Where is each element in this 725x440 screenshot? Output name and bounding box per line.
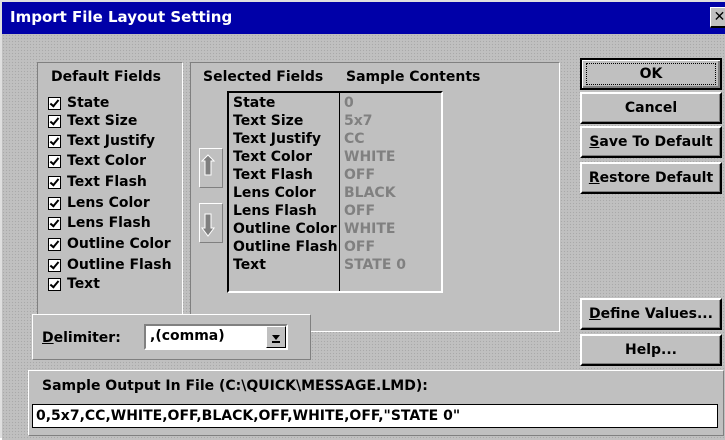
selected-fields-list[interactable]: State 0 Text Size 5x7 Text Justify CC Text … (227, 91, 443, 293)
list-item[interactable]: Text Color WHITE (229, 148, 441, 166)
sample-value: WHITE (344, 149, 396, 165)
checkbox-text-justify[interactable]: Text Justify (48, 132, 155, 150)
checkbox-label: Lens Color (67, 195, 150, 211)
sample-value: BLACK (344, 185, 396, 201)
checkbox-label: Outline Flash (67, 257, 172, 273)
sample-output-label: Sample Output In File (C:\QUICK\MESSAGE.… (42, 378, 428, 394)
checkbox-label: Text Justify (67, 133, 155, 149)
checkbox-box[interactable] (48, 175, 61, 189)
sample-contents-header: Sample Contents (346, 69, 481, 85)
checkbox-state[interactable]: State (48, 94, 109, 112)
default-fields-panel: Default Fields State Text Size Text Just… (37, 62, 183, 332)
delimiter-label: Delimiter: (42, 330, 121, 346)
checkbox-outline-flash[interactable]: Outline Flash (48, 256, 172, 274)
checkbox-box[interactable] (48, 134, 61, 148)
list-item[interactable]: Lens Flash OFF (229, 202, 441, 220)
restore-default-label: Restore Default (588, 170, 714, 186)
field-name: Text Size (233, 113, 304, 129)
checkbox-lens-color[interactable]: Lens Color (48, 194, 150, 212)
define-values-label: Define Values... (589, 306, 713, 322)
checkbox-label: State (67, 95, 110, 111)
field-name: Text Justify (233, 131, 321, 147)
cancel-button[interactable]: Cancel (580, 92, 722, 124)
list-item[interactable]: Outline Flash OFF (229, 238, 441, 256)
checkbox-label: Text Flash (67, 174, 147, 190)
help-button[interactable]: Help... (580, 334, 722, 366)
focus-rectangle (586, 63, 716, 85)
field-name: Lens Color (233, 185, 316, 201)
list-item[interactable]: Lens Color BLACK (229, 184, 441, 202)
move-up-button[interactable] (199, 148, 223, 188)
list-item[interactable]: Text STATE 0 (229, 256, 441, 274)
title-bar[interactable]: Import File Layout Setting ✕ (2, 2, 725, 34)
cancel-label: Cancel (624, 100, 678, 116)
field-name: State (233, 95, 276, 111)
checkbox-text-flash[interactable]: Text Flash (48, 173, 147, 191)
field-name: Text (233, 257, 266, 273)
sample-output-field[interactable]: 0,5x7,CC,WHITE,OFF,BLACK,OFF,WHITE,OFF,"… (32, 404, 718, 428)
checkbox-label: Outline Color (67, 236, 171, 252)
default-fields-header: Default Fields (51, 69, 161, 85)
list-item[interactable]: Text Flash OFF (229, 166, 441, 184)
checkbox-text[interactable]: Text (48, 275, 100, 293)
field-name: Outline Flash (233, 239, 338, 255)
field-name: Text Flash (233, 167, 313, 183)
sample-value: 5x7 (344, 113, 373, 129)
dropdown-arrow-icon[interactable] (266, 326, 286, 348)
sample-value: STATE 0 (344, 257, 407, 273)
close-button[interactable]: ✕ (710, 7, 725, 28)
save-to-default-button[interactable]: Save To Default (580, 126, 722, 158)
help-label: Help... (625, 342, 677, 358)
sample-value: OFF (344, 203, 376, 219)
sample-value: CC (344, 131, 365, 147)
checkbox-box[interactable] (48, 258, 61, 272)
field-name: Outline Color (233, 221, 337, 237)
sample-value: OFF (344, 167, 376, 183)
checkbox-text-color[interactable]: Text Color (48, 152, 146, 170)
define-values-button[interactable]: Define Values... (580, 298, 722, 330)
selected-fields-panel: Selected Fields Sample Contents State 0 T… (190, 62, 560, 332)
save-to-default-label: Save To Default (589, 134, 713, 150)
arrow-up-icon (200, 154, 216, 176)
sample-value: OFF (344, 239, 376, 255)
dialog-content: Default Fields State Text Size Text Just… (2, 34, 725, 440)
list-item[interactable]: State 0 (229, 94, 441, 112)
field-name: Lens Flash (233, 203, 317, 219)
checkbox-label: Text (67, 276, 100, 292)
checkbox-box[interactable] (48, 216, 61, 230)
sample-value: WHITE (344, 221, 396, 237)
close-icon: ✕ (713, 9, 725, 25)
checkbox-label: Lens Flash (67, 215, 151, 231)
checkbox-outline-color[interactable]: Outline Color (48, 235, 171, 253)
checkbox-box[interactable] (48, 237, 61, 251)
checkbox-box[interactable] (48, 154, 61, 168)
checkbox-box[interactable] (48, 96, 61, 110)
delimiter-value: ,(comma) (150, 328, 225, 344)
checkbox-box[interactable] (48, 114, 61, 128)
delimiter-select[interactable]: ,(comma) (144, 324, 288, 350)
selected-fields-header: Selected Fields (203, 69, 324, 85)
checkbox-label: Text Color (67, 153, 146, 169)
sample-value: 0 (344, 95, 354, 111)
checkbox-lens-flash[interactable]: Lens Flash (48, 214, 151, 232)
restore-default-button[interactable]: Restore Default (580, 162, 722, 194)
list-item[interactable]: Text Size 5x7 (229, 112, 441, 130)
arrow-down-icon (201, 213, 215, 237)
checkbox-text-size[interactable]: Text Size (48, 112, 137, 130)
list-item[interactable]: Outline Color WHITE (229, 220, 441, 238)
dialog-window: Import File Layout Setting ✕ Default Fie… (0, 0, 725, 440)
list-item[interactable]: Text Justify CC (229, 130, 441, 148)
checkbox-box[interactable] (48, 196, 61, 210)
checkbox-label: Text Size (67, 113, 138, 129)
move-down-button[interactable] (199, 203, 223, 243)
window-title: Import File Layout Setting (10, 8, 233, 26)
field-name: Text Color (233, 149, 312, 165)
checkbox-box[interactable] (48, 277, 61, 291)
ok-button[interactable]: OK (580, 58, 722, 90)
